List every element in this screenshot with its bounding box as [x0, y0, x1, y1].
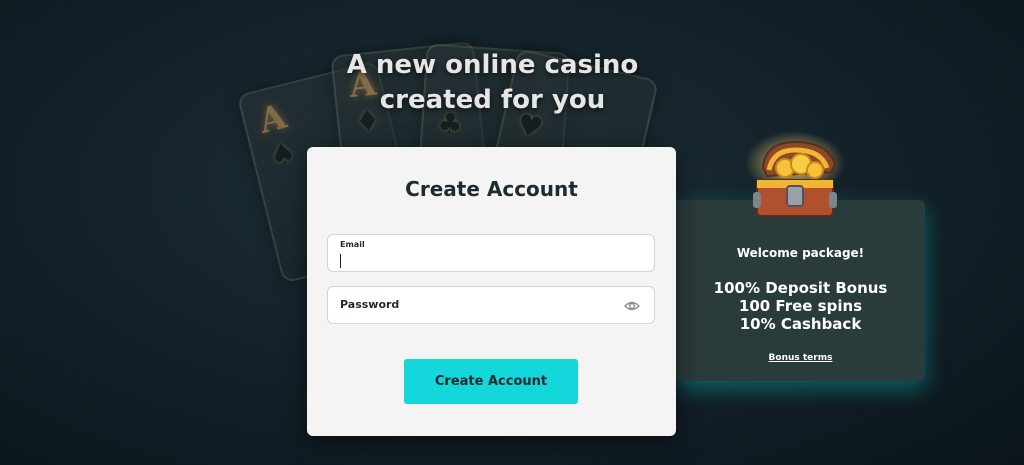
treasure-chest-icon	[745, 131, 845, 217]
spade-icon: ♠	[266, 135, 300, 174]
hero-headline-line2: created for you	[379, 85, 606, 115]
promo-offer-free-spins: 100 Free spins	[738, 297, 863, 315]
bonus-terms-link[interactable]: Bonus terms	[676, 353, 925, 363]
create-account-button[interactable]: Create Account	[404, 359, 578, 404]
create-account-form: Create Account Email Password Create Acc…	[307, 147, 676, 436]
password-field[interactable]: Password	[327, 286, 655, 324]
promo-offer-cashback: 10% Cashback	[739, 315, 862, 333]
text-cursor	[340, 254, 341, 268]
hero-headline: A new online casino created for you	[0, 48, 985, 118]
hero-headline-line1: A new online casino	[346, 50, 639, 80]
email-label: Email	[340, 240, 365, 249]
promo-title: Welcome package!	[736, 246, 865, 260]
email-field[interactable]: Email	[327, 234, 655, 272]
promo-offers: 100% Deposit Bonus 100 Free spins 10% Ca…	[676, 279, 925, 333]
eye-icon[interactable]	[624, 299, 640, 313]
password-label: Password	[340, 298, 400, 311]
promo-offer-deposit-bonus: 100% Deposit Bonus	[713, 279, 888, 297]
form-title: Create Account	[405, 177, 578, 201]
